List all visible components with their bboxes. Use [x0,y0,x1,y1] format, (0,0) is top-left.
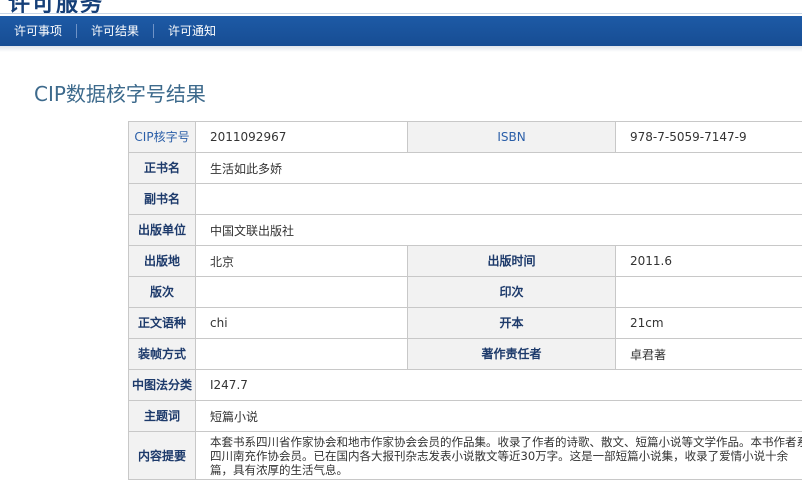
author-label: 著作责任者 [407,338,616,370]
table-row: 正书名 生活如此多娇 [128,152,802,184]
language-label: 正文语种 [128,307,196,339]
place-value: 北京 [195,245,408,277]
table-row: 副书名 [128,183,802,215]
language-value: chi [195,307,408,339]
table-row: 版次 印次 [128,276,802,308]
table-row: 装帧方式 著作责任者 卓君著 [128,338,802,370]
format-value: 21cm [615,307,802,339]
edition-label: 版次 [128,276,196,308]
table-row: 主题词 短篇小说 [128,400,802,432]
pubtime-label: 出版时间 [407,245,616,277]
clc-value: I247.7 [195,369,802,401]
title-label: 正书名 [128,152,196,184]
binding-label: 装帧方式 [128,338,196,370]
table-row: 出版单位 中国文联出版社 [128,214,802,246]
subtitle-value [195,183,802,215]
subject-label: 主题词 [128,400,196,432]
cip-label: CIP核字号 [128,121,196,153]
edition-value [195,276,408,308]
cip-result-table: CIP核字号 2011092967 ISBN 978-7-5059-7147-9… [128,121,802,480]
isbn-label: ISBN [407,121,616,153]
publisher-label: 出版单位 [128,214,196,246]
table-row: 中图法分类 I247.7 [128,369,802,401]
table-row: 内容提要 本套书系四川省作家协会和地市作家协会会员的作品集。收录了作者的诗歌、散… [128,431,802,480]
publisher-value: 中国文联出版社 [195,214,802,246]
nav-item-license-notices[interactable]: 许可通知 [154,23,230,39]
main-nav: 许可事项 许可结果 许可通知 [0,16,802,46]
clc-label: 中图法分类 [128,369,196,401]
printing-value [615,276,802,308]
banner-divider [0,13,802,14]
place-label: 出版地 [128,245,196,277]
summary-label: 内容提要 [128,431,196,480]
subject-value: 短篇小说 [195,400,802,432]
summary-value: 本套书系四川省作家协会和地市作家协会会员的作品集。收录了作者的诗歌、散文、短篇小… [195,431,802,480]
nav-item-license-results[interactable]: 许可结果 [77,23,153,39]
nav-shadow [0,46,802,52]
table-row: 正文语种 chi 开本 21cm [128,307,802,339]
pubtime-value: 2011.6 [615,245,802,277]
site-banner: 许可服务 [0,0,802,14]
nav-item-license-items[interactable]: 许可事项 [0,23,76,39]
title-value: 生活如此多娇 [195,152,802,184]
isbn-value: 978-7-5059-7147-9 [615,121,802,153]
printing-label: 印次 [407,276,616,308]
table-row: CIP核字号 2011092967 ISBN 978-7-5059-7147-9 [128,121,802,153]
cip-value: 2011092967 [195,121,408,153]
site-logo: 许可服务 [8,0,105,14]
author-value: 卓君著 [615,338,802,370]
binding-value [195,338,408,370]
subtitle-label: 副书名 [128,183,196,215]
format-label: 开本 [407,307,616,339]
table-row: 出版地 北京 出版时间 2011.6 [128,245,802,277]
page-title: CIP数据核字号结果 [34,82,206,106]
